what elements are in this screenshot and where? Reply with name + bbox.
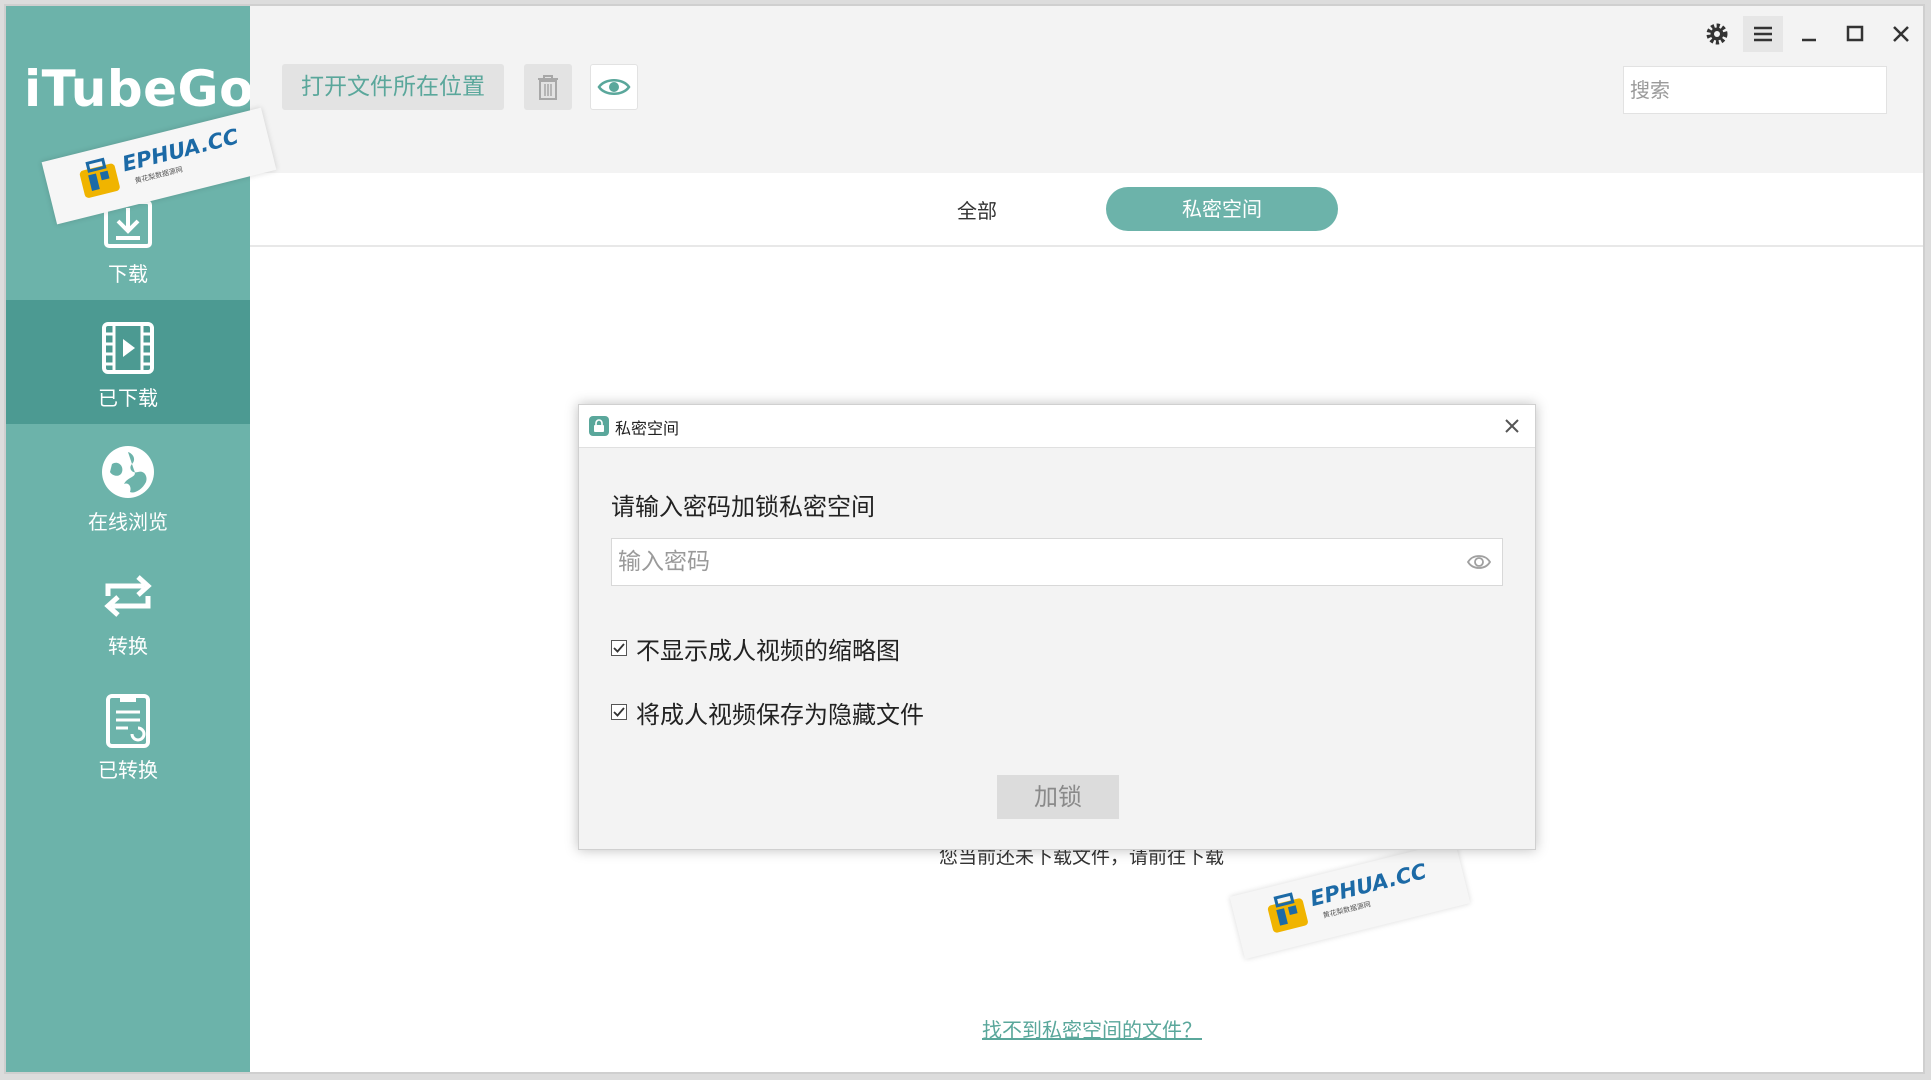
close-button[interactable] (1881, 16, 1921, 52)
password-field (611, 538, 1503, 586)
option-label: 将成人视频保存为隐藏文件 (636, 700, 924, 729)
password-input[interactable] (612, 539, 1444, 585)
dialog-prompt: 请输入密码加锁私密空间 (611, 493, 875, 521)
convert-icon (104, 575, 152, 617)
sidebar-item-label: 下载 (108, 262, 148, 286)
sidebar-item-downloaded[interactable]: 已下载 (6, 300, 250, 424)
maximize-icon (1846, 25, 1864, 42)
help-link[interactable]: 找不到私密空间的文件？ (982, 1014, 1202, 1043)
app-window: iTubeGo 下载 已下载 在线浏览 转换 已转换 打开文件所在位置 搜索 全… (4, 4, 1925, 1074)
delete-button[interactable] (524, 64, 572, 110)
gear-icon (1706, 23, 1728, 45)
sidebar-item-converted[interactable]: 已转换 (6, 672, 250, 796)
option-hide-thumbnails: 不显示成人视频的缩略图 (611, 633, 900, 665)
app-logo: iTubeGo (24, 60, 254, 118)
sidebar-item-label: 已转换 (98, 758, 158, 782)
tab-private-space[interactable]: 私密空间 (1106, 187, 1338, 231)
show-password-icon[interactable] (1466, 551, 1492, 573)
private-space-dialog: 私密空间 请输入密码加锁私密空间 不显示成人视频的缩略图 将成人视频保存为隐藏文… (578, 404, 1536, 850)
dialog-title: 私密空间 (615, 419, 680, 438)
app-icon (589, 416, 609, 436)
tab-all[interactable]: 全部 (922, 191, 1032, 231)
preview-button[interactable] (590, 64, 638, 110)
converted-list-icon (106, 694, 150, 748)
sidebar-item-label: 转换 (108, 634, 148, 658)
watermark-logo-icon (79, 157, 120, 198)
sidebar-item-browse[interactable]: 在线浏览 (6, 424, 250, 548)
sidebar-item-convert[interactable]: 转换 (6, 548, 250, 672)
hide-thumbnails-checkbox[interactable] (611, 640, 627, 656)
eye-icon (597, 79, 631, 95)
checkmark-icon (613, 643, 625, 653)
lock-button[interactable]: 加锁 (997, 775, 1119, 819)
search-input[interactable] (1623, 66, 1887, 114)
option-label: 不显示成人视频的缩略图 (636, 636, 900, 665)
close-icon[interactable] (1499, 413, 1525, 439)
settings-button[interactable] (1697, 16, 1737, 52)
close-icon (1893, 26, 1909, 42)
minimize-icon (1802, 38, 1816, 42)
hidden-files-checkbox[interactable] (611, 704, 627, 720)
watermark-logo-icon (1267, 892, 1308, 933)
open-file-location-button[interactable]: 打开文件所在位置 (282, 64, 504, 110)
maximize-button[interactable] (1835, 16, 1875, 52)
film-icon (102, 322, 154, 374)
sidebar-item-label: 在线浏览 (88, 510, 168, 534)
checkmark-icon (613, 707, 625, 717)
sidebar-item-label: 已下载 (98, 386, 158, 410)
menu-button[interactable] (1743, 16, 1783, 52)
watermark: EPHUA.CC 黄花梨数据源网 (1229, 840, 1471, 960)
option-hidden-files: 将成人视频保存为隐藏文件 (611, 697, 924, 729)
globe-icon (102, 446, 154, 498)
trash-icon (538, 75, 558, 100)
dialog-header: 私密空间 (579, 405, 1535, 448)
tab-bar: 全部 私密空间 (250, 173, 1923, 247)
toolbar: 打开文件所在位置 (250, 6, 1923, 174)
lock-icon (594, 419, 604, 432)
minimize-button[interactable] (1789, 16, 1829, 52)
menu-icon (1754, 26, 1772, 42)
